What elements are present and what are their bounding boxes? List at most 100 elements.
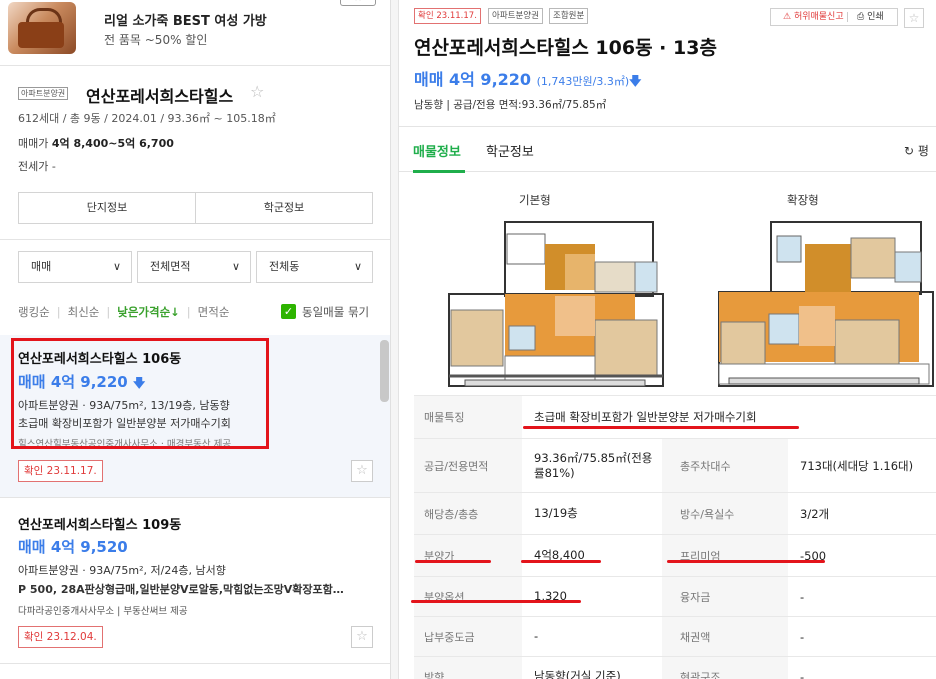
tab-school-info[interactable]: 학군정보 bbox=[486, 141, 534, 160]
table-key: 공급/전용면적 bbox=[414, 439, 522, 492]
table-value: 4억8,400 bbox=[534, 548, 585, 562]
trade-type-select[interactable]: 매매 ∨ bbox=[18, 251, 132, 283]
detail-title: 연산포레서희스타힐스 106동 · 13층 bbox=[414, 37, 717, 59]
table-key: 방향 bbox=[414, 657, 522, 679]
report-print-bar: ⚠ 허위매물신고 ⎙ 인쇄 bbox=[770, 8, 898, 26]
detail-price-text: 매매 4억 9,220 bbox=[414, 70, 532, 89]
table-value: 남동향(거실 기준) bbox=[534, 669, 621, 679]
table-key: 분양가 bbox=[414, 535, 522, 576]
complex-meta: 612세대 / 총 9동 / 2024.01 / 93.36㎡ ~ 105.18… bbox=[18, 112, 276, 125]
table-row: 공급/전용면적 93.36㎡/75.85㎡(전용률81%) 총주차대수 713대… bbox=[414, 439, 936, 493]
table-key: 방수/욕실수 bbox=[662, 493, 788, 534]
floorplan-basic-image[interactable] bbox=[445, 216, 667, 388]
sort-latest[interactable]: 최신순 bbox=[68, 305, 100, 319]
arrow-down-icon: 🡇 bbox=[629, 74, 642, 88]
report-button[interactable]: ⚠ 허위매물신고 bbox=[783, 9, 844, 25]
complex-name: 연산포레서희스타힐스 bbox=[86, 87, 234, 106]
table-key: 해당층/총층 bbox=[414, 493, 522, 534]
table-key: 분양옵션 bbox=[414, 577, 522, 616]
favorite-star-icon[interactable]: ☆ bbox=[351, 460, 373, 482]
complex-jeonse: 전세가 - bbox=[18, 160, 56, 173]
annotation-underline bbox=[523, 426, 799, 429]
tab-listing-info[interactable]: 매물정보 bbox=[413, 141, 461, 160]
school-info-button[interactable]: 학군정보 bbox=[195, 193, 372, 223]
group-checkbox-label[interactable]: 동일매물 묶기 bbox=[302, 304, 369, 320]
sort-low-price[interactable]: 낮은가격순↓ bbox=[117, 305, 180, 319]
listing-panel: 리얼 소가죽 BEST 여성 가방 전 품목 ~50% 할인 ✕ 아파트분양권 … bbox=[0, 0, 391, 679]
listing-desc: P 500, 28A판상형급매,일반분양V로알동,막힘없는조망V확장포함… bbox=[18, 583, 344, 596]
sort-separator: | bbox=[186, 305, 191, 319]
ad-bag-image[interactable] bbox=[8, 2, 76, 54]
listing-spec: 아파트분양권 · 93A/75m², 저/24층, 남서향 bbox=[18, 564, 226, 577]
floorplan-extended-image[interactable] bbox=[715, 216, 936, 388]
table-row: 매물특징 초급매 확장비포함가 일반분양분 저가매수기회 bbox=[414, 395, 936, 439]
listing-confirm-badge: 확인 23.12.04. bbox=[18, 626, 103, 648]
table-row: 납부중도금 - 채권액 - bbox=[414, 617, 936, 657]
member-tag: 조합원분 bbox=[549, 8, 589, 24]
listing-confirm-badge: 확인 23.11.17. bbox=[18, 460, 103, 482]
dong-select[interactable]: 전체동 ∨ bbox=[256, 251, 373, 283]
sort-separator: | bbox=[106, 305, 111, 319]
table-value: - bbox=[800, 669, 805, 679]
detail-tabs: 매물정보 학군정보 ↻ 평 bbox=[399, 126, 936, 173]
table-value: 1,320 bbox=[534, 589, 567, 603]
sale-range: 4억 8,400~5억 6,700 bbox=[51, 137, 174, 150]
table-value: - bbox=[800, 589, 805, 604]
separator bbox=[847, 12, 848, 22]
detail-spec: 남동향 | 공급/전용 면적:93.36㎡/75.85㎡ bbox=[414, 99, 607, 111]
table-key: 융자금 bbox=[662, 577, 788, 616]
table-value: - bbox=[800, 629, 805, 644]
chevron-down-icon: ∨ bbox=[353, 260, 362, 273]
table-row: 방향 남동향(거실 기준) 현관구조 - bbox=[414, 657, 936, 679]
favorite-star-icon[interactable]: ☆ bbox=[351, 626, 373, 648]
sort-area[interactable]: 면적순 bbox=[198, 305, 230, 319]
annotation-underline bbox=[667, 560, 825, 563]
table-value: - bbox=[534, 629, 539, 643]
sort-options: 랭킹순 | 최신순 | 낮은가격순↓ | 면적순 bbox=[18, 304, 229, 320]
floorplan-basic-label: 기본형 bbox=[519, 193, 551, 207]
table-row: 분양가 4억8,400 프리미엄 -500 bbox=[414, 535, 936, 577]
star-icon[interactable]: ☆ bbox=[250, 82, 264, 101]
table-key: 매물특징 bbox=[414, 396, 522, 438]
favorite-star-icon[interactable]: ☆ bbox=[904, 8, 924, 28]
listing-title[interactable]: 연산포레서희스타힐스 109동 bbox=[18, 514, 181, 533]
price-per-area: (1,743만원/3.3㎡) bbox=[536, 75, 630, 88]
print-button[interactable]: ⎙ 인쇄 bbox=[857, 9, 884, 25]
area-select[interactable]: 전체면적 ∨ bbox=[137, 251, 251, 283]
sale-label: 매매가 bbox=[18, 137, 49, 150]
print-label: 인쇄 bbox=[867, 12, 884, 22]
listing-price: 매매 4억 9,520 bbox=[18, 538, 128, 556]
annotation-underline bbox=[521, 560, 601, 563]
refresh-label: 평 bbox=[917, 144, 929, 158]
refresh-button[interactable]: ↻ 평 bbox=[904, 142, 929, 159]
table-value: 13/19층 bbox=[534, 506, 578, 520]
scrollbar-thumb[interactable] bbox=[380, 340, 389, 402]
complex-sale-price: 매매가 4억 8,400~5억 6,700 bbox=[18, 135, 174, 151]
complex-type-tag: 아파트분양권 bbox=[18, 87, 69, 100]
area-value: 전체면적 bbox=[150, 260, 191, 273]
annotation-underline bbox=[415, 560, 491, 563]
sort-ranking[interactable]: 랭킹순 bbox=[18, 305, 50, 319]
listing-item[interactable]: 연산포레서희스타힐스 109동 매매 4억 9,520 아파트분양권 · 93A… bbox=[0, 499, 390, 664]
table-key: 현관구조 bbox=[662, 657, 788, 679]
app-root: 리얼 소가죽 BEST 여성 가방 전 품목 ~50% 할인 ✕ 아파트분양권 … bbox=[0, 0, 936, 679]
detail-price: 매매 4억 9,220 (1,743만원/3.3㎡)🡇 bbox=[414, 66, 641, 93]
ad-close-icon[interactable]: ✕ bbox=[340, 0, 376, 6]
chevron-down-icon: ∨ bbox=[112, 260, 121, 273]
ad-title[interactable]: 리얼 소가죽 BEST 여성 가방 bbox=[104, 10, 267, 29]
table-key: 납부중도금 bbox=[414, 617, 522, 656]
table-key: 프리미엄 bbox=[662, 535, 788, 576]
table-row: 해당층/총층 13/19층 방수/욕실수 3/2개 bbox=[414, 493, 936, 535]
dong-value: 전체동 bbox=[269, 260, 300, 273]
annotation-underline bbox=[411, 600, 581, 603]
complex-info-button[interactable]: 단지정보 bbox=[19, 193, 195, 223]
sort-separator: | bbox=[56, 305, 61, 319]
table-value: -500 bbox=[800, 548, 827, 563]
ad-banner[interactable]: 리얼 소가죽 BEST 여성 가방 전 품목 ~50% 할인 ✕ bbox=[0, 0, 390, 66]
floorplan-extended-label: 확장형 bbox=[787, 193, 819, 207]
type-tag: 아파트분양권 bbox=[488, 8, 543, 24]
table-value: 93.36㎡/75.85㎡(전용률81%) bbox=[534, 450, 653, 480]
listing-agent: 다파라공인중개사사무소 | 부동산써브 제공 bbox=[18, 606, 188, 617]
group-checkbox[interactable]: ✓ bbox=[281, 304, 296, 319]
annotation-highlight-box bbox=[11, 338, 269, 449]
